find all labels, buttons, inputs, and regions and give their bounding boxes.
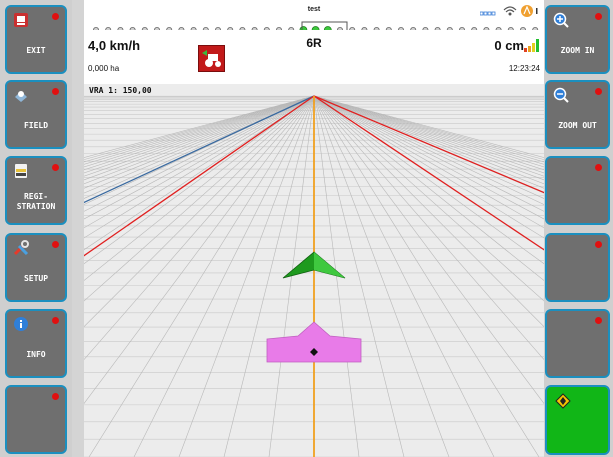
registration-button-label: REGI- STRATION [16,191,56,211]
field-icon [15,91,27,102]
section-dot [178,27,185,30]
status-indicator [595,88,602,95]
field-button[interactable]: FIELD [5,80,67,149]
section-dot [520,27,526,30]
section-dot [166,27,173,30]
offset-readout: 0 cm [494,38,524,53]
section-dot [410,27,417,30]
section-dot [373,27,380,30]
info-button[interactable]: INFO [5,309,67,378]
registration-icon [15,164,27,178]
section-dot [337,27,343,30]
exit-icon [14,13,28,27]
zoom-in-button[interactable]: ZOOM IN [545,5,610,74]
section-dot [422,27,429,30]
tractor-icon[interactable] [198,45,225,72]
vra-readout: VRA 1: 150,00 [89,86,152,95]
section-dot [398,27,404,30]
signal-bars-icon [524,39,539,52]
section-dot [227,27,234,30]
exit-button-label: EXIT [26,45,46,55]
section-dot [239,27,246,30]
zoom-in-icon [553,12,569,28]
profile-name: test [307,6,321,13]
section-dot [446,27,453,30]
satellite-icon [480,11,484,16]
status-indicator [52,393,59,400]
zoom-in-button-label: ZOOM IN [560,45,595,55]
section-dot [361,27,368,30]
setup-icon [13,240,29,256]
status-indicator [595,317,602,324]
section-dot [532,27,539,30]
top-icons [480,5,538,17]
speed-readout: 4,0 km/h [88,38,141,53]
info-button-label: INFO [26,349,46,359]
status-indicator [595,164,602,171]
guidance-view[interactable] [84,84,544,457]
section-dot-active [311,26,320,30]
status-indicator [52,88,59,95]
section-dot [117,27,124,30]
status-indicator [52,317,59,324]
left-sidebar: EXIT FIELD REGI- STRATION SETUP INFO [0,0,72,457]
section-dot [129,27,136,30]
status-indicator [52,13,59,20]
zoom-out-button[interactable]: ZOOM OUT [545,80,610,149]
section-dot [141,27,148,30]
section-dot-active [299,26,308,30]
section-dot [154,27,160,30]
section-dot [288,27,295,30]
section-dot [349,27,356,30]
status-indicator [52,164,59,171]
section-dot [93,27,99,30]
autopilot-diamond-icon [555,393,571,409]
registration-button[interactable]: REGI- STRATION [5,156,67,225]
section-dot [471,27,478,30]
section-dot [459,27,465,30]
empty-button[interactable] [545,233,610,302]
section-dot [434,27,441,30]
field-button-label: FIELD [23,120,49,130]
empty-button[interactable] [5,385,67,454]
zoom-out-icon [553,87,569,103]
clock: 12:23:24 [508,64,540,73]
status-indicator [52,241,59,248]
section-dot [483,27,490,30]
exit-button[interactable]: EXIT [5,5,67,74]
section-dot [105,27,112,30]
info-icon [14,317,28,331]
section-dot [215,27,221,30]
autopilot-button[interactable] [545,385,610,455]
section-dot [507,27,514,30]
empty-button[interactable] [545,156,610,225]
setup-button[interactable]: SETUP [5,233,67,302]
right-sidebar: ZOOM IN ZOOM OUT [541,0,613,457]
section-dot [385,27,392,30]
section-dot-active [323,26,332,30]
status-indicator [595,241,602,248]
section-dot [202,27,209,30]
status-bar: test 4,0 km/h 0,000 ha 6R 0 cm 12:23:24 [84,0,544,84]
status-indicator [595,13,602,20]
zoom-out-button-label: ZOOM OUT [558,120,597,130]
section-indicator-bar [93,21,539,30]
section-dot [251,27,258,30]
section-dot [495,27,502,30]
setup-button-label: SETUP [23,273,49,283]
section-dot [276,27,282,30]
empty-button[interactable] [545,309,610,378]
track-number: 6R [306,36,322,50]
section-dot [263,27,270,30]
section-dot [190,27,197,30]
area-readout: 0,000 ha [88,64,120,73]
